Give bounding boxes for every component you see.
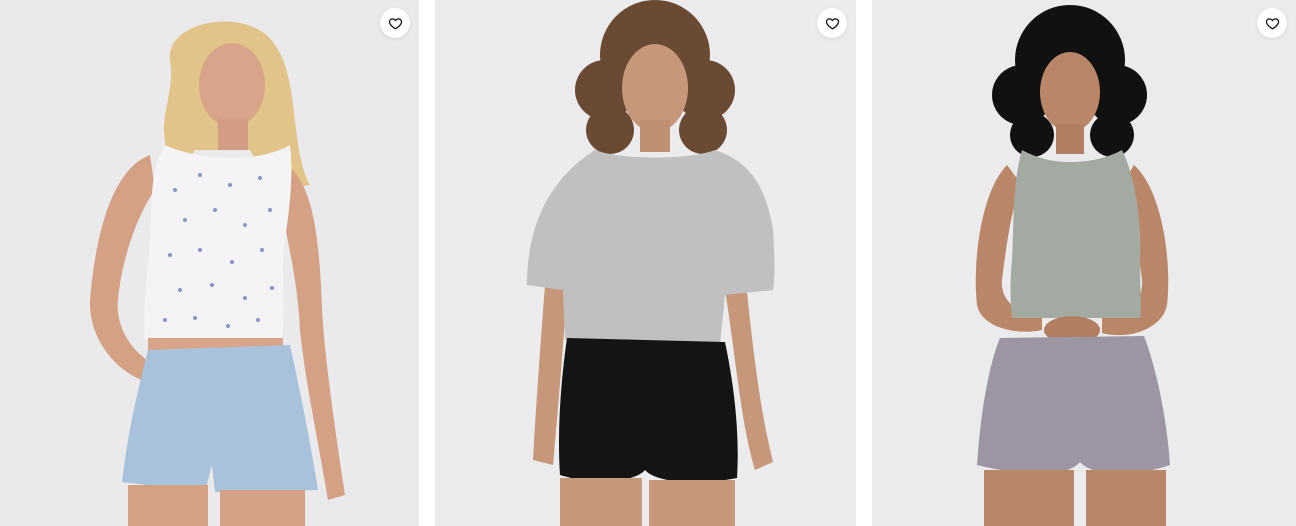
product-grid: [0, 0, 1296, 526]
heart-outline-icon: [388, 17, 402, 29]
heart-outline-icon: [825, 17, 839, 29]
favorite-button[interactable]: [1257, 8, 1287, 38]
product-card[interactable]: [435, 0, 856, 526]
favorite-button[interactable]: [817, 8, 847, 38]
product-image[interactable]: [435, 0, 856, 526]
favorite-button[interactable]: [380, 8, 410, 38]
product-card[interactable]: [872, 0, 1296, 526]
product-card[interactable]: [0, 0, 419, 526]
heart-outline-icon: [1265, 17, 1279, 29]
product-image[interactable]: [0, 0, 419, 526]
product-image[interactable]: [872, 0, 1296, 526]
